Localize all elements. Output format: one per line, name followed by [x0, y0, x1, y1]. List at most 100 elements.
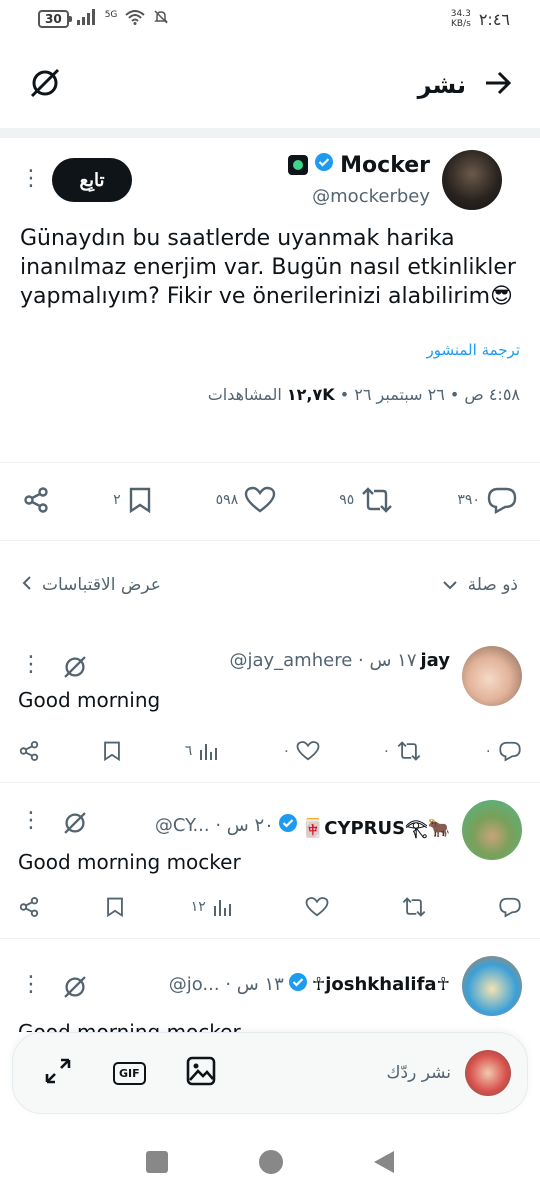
- back-triangle-icon[interactable]: [373, 1150, 395, 1178]
- reply-author-row: @CY... · ٢٠ س 🀄CYPRUS𓂀🐂: [155, 810, 450, 840]
- reply-avatar[interactable]: [462, 956, 522, 1016]
- relevance-dropdown[interactable]: ذو صلة: [442, 575, 518, 595]
- net-speed: 34.3 KB/s: [450, 9, 471, 29]
- view-quotes-link[interactable]: عرض الاقتباسات: [22, 575, 161, 596]
- analytics-icon: [213, 900, 231, 916]
- header-divider: [0, 128, 540, 138]
- reply-button[interactable]: [492, 896, 522, 918]
- image-icon[interactable]: [186, 1056, 216, 1090]
- reply-count: ٠: [484, 743, 492, 759]
- repost-icon: [362, 487, 393, 513]
- views-count: ١٢: [190, 899, 206, 915]
- expand-icon[interactable]: [43, 1056, 73, 1090]
- repost-count: ٩٥: [339, 492, 355, 508]
- reply-button[interactable]: ٣٩٠: [457, 486, 518, 514]
- reply-input-placeholder[interactable]: نشر ردّك: [387, 1063, 451, 1083]
- reply-item[interactable]: @jay_amhere · ١٧ س jay ⋮ Good morning ٦ …: [0, 640, 540, 782]
- follow-button[interactable]: تابِع: [52, 158, 132, 202]
- reply-author-name[interactable]: 🀄CYPRUS𓂀🐂: [302, 810, 450, 840]
- post-actions: ٢ ٥٩٨ ٩٥ ٣٩٠: [0, 480, 540, 520]
- bookmark-icon: [129, 487, 150, 514]
- repost-button[interactable]: ٩٥: [339, 486, 394, 514]
- reply-avatar[interactable]: [462, 800, 522, 860]
- status-bar: 30 5G 34.3 KB/s ٢:٤٦: [0, 0, 540, 38]
- post-meta: ٤:٥٨ ص • ٢٦ سبتمبر ٢٦ • ١٢,٧K المشاهدات: [20, 385, 520, 404]
- share-icon: [19, 897, 39, 917]
- divider: [0, 938, 540, 939]
- recents-square-icon[interactable]: [145, 1150, 169, 1178]
- reply-author-name[interactable]: jay: [421, 650, 451, 671]
- reply-button[interactable]: ٠: [484, 740, 522, 762]
- verified-badge-icon: [288, 972, 308, 997]
- verified-badge-icon: [314, 152, 334, 178]
- like-count: ٥٩٨: [215, 492, 239, 508]
- bookmark-button[interactable]: [105, 896, 125, 918]
- bookmark-icon: [104, 741, 121, 762]
- reply-item[interactable]: @CY... · ٢٠ س 🀄CYPRUS𓂀🐂 ⋮ Good morning m…: [0, 796, 540, 938]
- views-label: المشاهدات: [207, 385, 282, 404]
- repost-button[interactable]: ٠: [383, 740, 423, 762]
- back-arrow-icon[interactable]: [484, 71, 512, 99]
- translate-post-link[interactable]: ترجمة المنشور: [20, 341, 520, 359]
- main-post: Mocker @mockerbey تابِع ⋮ Günaydın bu sa…: [0, 140, 540, 404]
- grok-slash-icon[interactable]: [62, 654, 88, 684]
- like-button[interactable]: [299, 896, 329, 918]
- views-count: ١٢,٧K: [286, 385, 335, 404]
- reply-avatar[interactable]: [462, 646, 522, 706]
- heart-icon: [305, 897, 329, 917]
- my-avatar: [465, 1050, 511, 1096]
- reply-meta: @jay_amhere · ١٧ س: [229, 650, 417, 671]
- signal-type-label: 5G: [104, 10, 118, 20]
- author-avatar[interactable]: [442, 150, 502, 210]
- affiliation-badge-icon: [288, 155, 309, 175]
- views-count: ٦: [184, 743, 193, 759]
- more-options-icon[interactable]: ⋮: [20, 974, 42, 996]
- top-bar: نشر: [0, 50, 540, 120]
- views-button[interactable]: ٦: [185, 740, 221, 762]
- views-button[interactable]: ١٢: [191, 896, 234, 918]
- gif-button[interactable]: GIF: [113, 1061, 146, 1085]
- author-name-row[interactable]: Mocker: [288, 152, 430, 178]
- reply-author-name[interactable]: ☥joshkhalifa☥: [312, 974, 450, 995]
- like-button[interactable]: ٥٩٨: [216, 486, 277, 514]
- reply-meta: @CY... · ٢٠ س: [154, 814, 274, 836]
- reply-bubble-icon: [499, 741, 521, 762]
- grok-slash-icon[interactable]: [28, 66, 62, 104]
- home-circle-icon[interactable]: [258, 1149, 284, 1179]
- share-icon: [24, 487, 48, 513]
- bookmark-button[interactable]: [102, 740, 122, 762]
- more-options-icon[interactable]: ⋮: [20, 810, 42, 832]
- post-text: Günaydın bu saatlerde uyanmak harika ina…: [20, 226, 516, 309]
- like-count: ٠: [282, 743, 291, 759]
- signal-icon: [76, 9, 103, 29]
- chevron-down-icon: [442, 575, 458, 595]
- share-button[interactable]: [22, 486, 50, 514]
- reply-item[interactable]: @jo... · ١٣ س ☥joshkhalifa☥ ⋮ Good morni…: [0, 952, 540, 1032]
- page-title: نشر: [417, 71, 466, 99]
- divider: [0, 782, 540, 783]
- verified-badge-icon: [278, 813, 298, 838]
- author-handle[interactable]: @mockerbey: [312, 186, 430, 207]
- like-button[interactable]: ٠: [283, 740, 321, 762]
- grok-slash-icon[interactable]: [62, 810, 88, 840]
- divider: [0, 462, 540, 463]
- share-button[interactable]: [18, 740, 40, 762]
- reply-meta: @jo... · ١٣ س: [168, 974, 284, 995]
- bookmark-icon: [107, 897, 124, 918]
- share-icon: [19, 741, 39, 761]
- reply-filter-row: عرض الاقتباسات ذو صلة: [0, 560, 540, 610]
- bookmark-button[interactable]: ٢: [113, 486, 153, 514]
- repost-icon: [397, 741, 421, 761]
- more-options-icon[interactable]: ⋮: [20, 654, 42, 676]
- grok-slash-icon[interactable]: [62, 974, 88, 1004]
- reply-text: Good morning mocker: [18, 1020, 241, 1032]
- analytics-icon: [200, 744, 218, 760]
- reply-bubble-icon: [499, 897, 521, 918]
- repost-button[interactable]: [395, 896, 427, 918]
- more-options-icon[interactable]: ⋮: [20, 168, 42, 190]
- share-button[interactable]: [18, 896, 40, 918]
- reply-bubble-icon: [487, 487, 517, 514]
- repost-icon: [402, 897, 425, 917]
- clock: ٢:٤٦: [478, 9, 510, 29]
- reply-composer: GIF نشر ردّك: [12, 1032, 528, 1114]
